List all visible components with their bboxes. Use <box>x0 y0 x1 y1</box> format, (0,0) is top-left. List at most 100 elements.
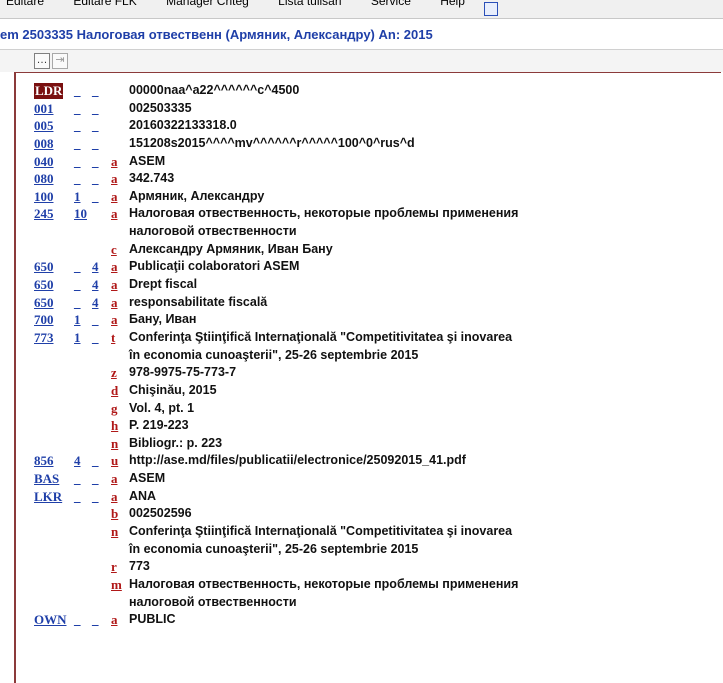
indicator-2[interactable]: _ <box>92 171 99 187</box>
field-tag-link[interactable]: 245 <box>34 206 54 222</box>
record-row: m Налоговая отвественность, некоторые про… <box>34 577 721 595</box>
menu-item-4[interactable]: Lista tulisari <box>278 0 341 8</box>
field-tag-link[interactable]: 008 <box>34 136 54 152</box>
subfield-code-link[interactable]: g <box>111 401 118 417</box>
field-value: Александру Армяник, Иван Бану <box>129 241 333 256</box>
menu-item-6[interactable]: Help <box>440 0 465 8</box>
indicator-1[interactable]: _ <box>74 83 81 99</box>
field-value: 342.743 <box>129 171 175 186</box>
indicator-1[interactable]: 4 <box>74 453 81 469</box>
field-tag-link[interactable]: 100 <box>34 189 54 205</box>
record-title-bar: em 2503335 Налоговая отвественн (Армяник… <box>0 19 723 50</box>
subfield-code-link[interactable]: a <box>111 259 118 275</box>
help-icon[interactable] <box>484 2 498 16</box>
subfield-code-link[interactable]: z <box>111 365 117 381</box>
indicator-2[interactable]: _ <box>92 101 99 117</box>
subfield-code-link[interactable]: n <box>111 436 118 452</box>
indicator-1[interactable]: _ <box>74 259 81 275</box>
field-tag-link[interactable]: BAS <box>34 471 59 487</box>
subfield-code-link[interactable]: a <box>111 154 118 170</box>
record-row: 080 _ _ a 342.743 <box>34 171 721 189</box>
field-tag-link[interactable]: OWN <box>34 612 67 628</box>
field-tag-link[interactable]: 773 <box>34 330 54 346</box>
field-tag-link[interactable]: 650 <box>34 295 54 311</box>
record-row: în economia cunoaşterii", 25-26 septembr… <box>34 348 721 366</box>
field-tag-link[interactable]: 856 <box>34 453 54 469</box>
indicator-1[interactable]: _ <box>74 136 81 152</box>
field-tag-link[interactable]: 080 <box>34 171 54 187</box>
record-row: b 002502596 <box>34 506 721 524</box>
subfield-code-link[interactable]: m <box>111 577 122 593</box>
indicator-2[interactable]: _ <box>92 453 99 469</box>
field-tag-link[interactable]: LKR <box>34 489 62 505</box>
field-value: ANA <box>129 488 157 503</box>
field-value: Chişinău, 2015 <box>129 382 217 397</box>
subfield-code-link[interactable]: u <box>111 453 118 469</box>
next-button[interactable]: ⇥ <box>52 53 68 69</box>
field-value: Vol. 4, pt. 1 <box>129 400 195 415</box>
indicator-2[interactable]: 4 <box>92 295 99 311</box>
indicator-2[interactable]: _ <box>92 612 99 628</box>
indicator-2[interactable]: 4 <box>92 259 99 275</box>
window-title: em 2503335 Налоговая отвественн (Армяник… <box>0 27 433 42</box>
subfield-code-link[interactable]: a <box>111 206 118 222</box>
indicator-2[interactable]: _ <box>92 136 99 152</box>
subfield-code-link[interactable]: a <box>111 471 118 487</box>
subfield-code-link[interactable]: a <box>111 277 118 293</box>
menu-item-1[interactable]: Editare <box>6 0 44 8</box>
field-tag-link[interactable]: 650 <box>34 259 54 275</box>
subfield-code-link[interactable]: t <box>111 330 115 346</box>
indicator-1[interactable]: _ <box>74 612 81 628</box>
record-row: налоговой отвественности <box>34 595 721 613</box>
subfield-code-link[interactable]: a <box>111 171 118 187</box>
indicator-1[interactable]: _ <box>74 489 81 505</box>
subfield-code-link[interactable]: a <box>111 295 118 311</box>
subfield-code-link[interactable]: a <box>111 489 118 505</box>
field-tag-link[interactable]: LDR <box>34 83 64 99</box>
subfield-code-link[interactable]: d <box>111 383 118 399</box>
indicator-1[interactable]: 1 <box>74 189 81 205</box>
indicator-1[interactable]: _ <box>74 171 81 187</box>
indicator-2[interactable]: _ <box>92 489 99 505</box>
subfield-code-link[interactable]: n <box>111 524 118 540</box>
indicator-2[interactable]: _ <box>92 330 99 346</box>
indicator-2[interactable]: _ <box>92 189 99 205</box>
subfield-code-link[interactable]: b <box>111 506 118 522</box>
field-tag-link[interactable]: 040 <box>34 154 54 170</box>
indicator-2[interactable]: _ <box>92 471 99 487</box>
indicator-1[interactable]: 1 <box>74 312 81 328</box>
field-value: Бану, Иван <box>129 312 197 327</box>
indicator-1[interactable]: _ <box>74 277 81 293</box>
field-tag-link[interactable]: 001 <box>34 101 54 117</box>
subfield-code-link[interactable]: r <box>111 559 117 575</box>
ellipsis-button[interactable]: … <box>34 53 50 69</box>
indicator-2[interactable]: 4 <box>92 277 99 293</box>
menu-item-5[interactable]: Service <box>371 0 411 8</box>
indicator-2[interactable]: _ <box>92 83 99 99</box>
indicator-1[interactable]: _ <box>74 101 81 117</box>
indicator-2[interactable]: _ <box>92 312 99 328</box>
subfield-code-link[interactable]: a <box>111 612 118 628</box>
indicator-1[interactable]: 10 <box>74 206 87 222</box>
field-tag-link[interactable]: 005 <box>34 118 54 134</box>
indicator-2[interactable]: _ <box>92 118 99 134</box>
menu-item-3[interactable]: Manager Criteg <box>166 0 249 8</box>
indicator-1[interactable]: 1 <box>74 330 81 346</box>
field-value: Армяник, Александру <box>129 188 265 203</box>
indicator-1[interactable]: _ <box>74 118 81 134</box>
field-tag-link[interactable]: 650 <box>34 277 54 293</box>
indicator-1[interactable]: _ <box>74 154 81 170</box>
subfield-code-link[interactable]: c <box>111 242 117 258</box>
indicator-1[interactable]: _ <box>74 471 81 487</box>
field-value: Conferinţa Ştiinţifică Internaţională "C… <box>129 524 513 539</box>
subfield-code-link[interactable]: h <box>111 418 118 434</box>
indicator-2[interactable]: _ <box>92 154 99 170</box>
indicator-1[interactable]: _ <box>74 295 81 311</box>
subfield-code-link[interactable]: a <box>111 189 118 205</box>
subfield-code-link[interactable]: a <box>111 312 118 328</box>
record-row: 773 1 _ t Conferinţa Ştiinţifică Internaţion… <box>34 330 721 348</box>
record-row: d Chişinău, 2015 <box>34 383 721 401</box>
menu-item-2[interactable]: Editare FLK <box>73 0 136 8</box>
record-row: BAS _ _ a ASEM <box>34 471 721 489</box>
field-tag-link[interactable]: 700 <box>34 312 54 328</box>
